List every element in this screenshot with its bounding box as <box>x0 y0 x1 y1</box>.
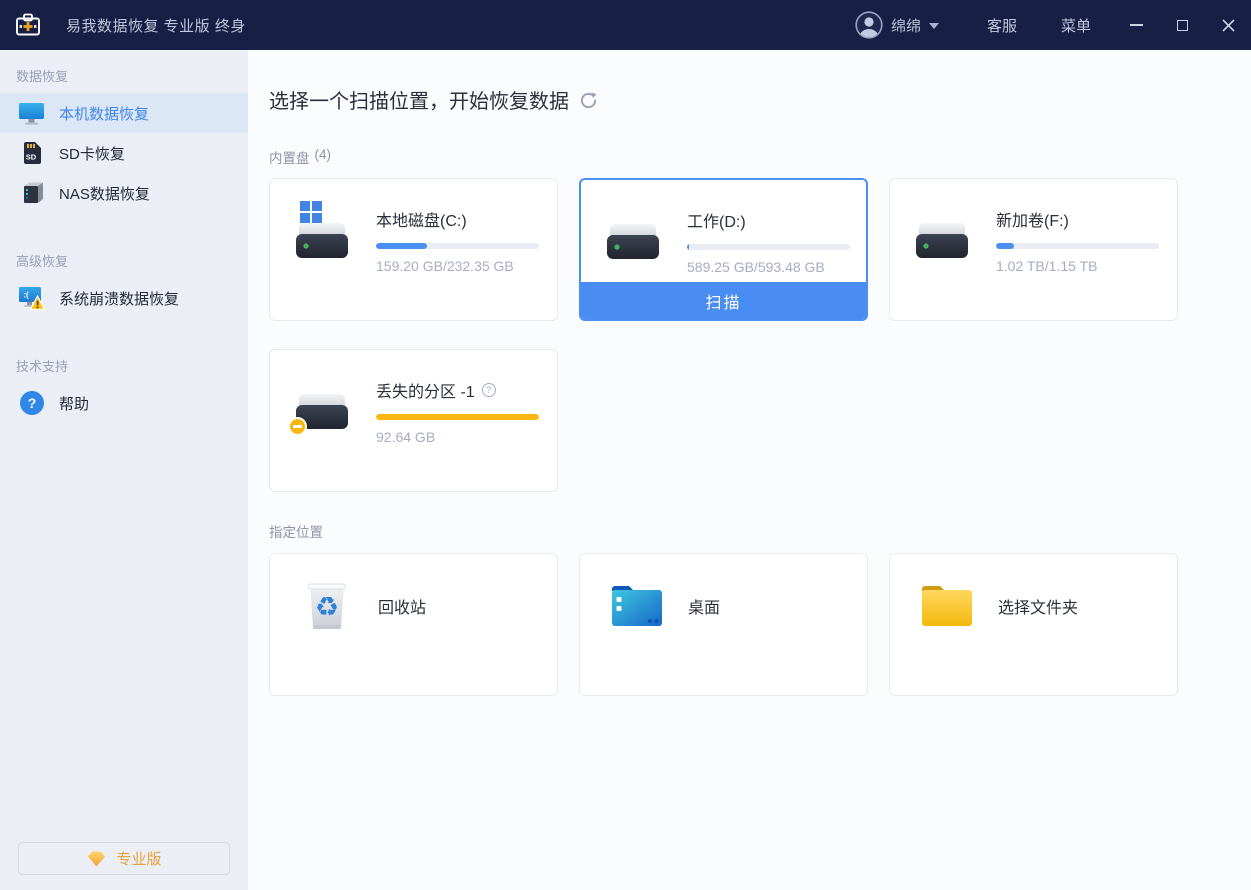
chevron-down-icon <box>929 23 939 29</box>
capacity-bar-fill <box>376 414 539 420</box>
titlebar: 易我数据恢复 专业版 终身 绵绵 客服 菜单 <box>0 0 1251 50</box>
sidebar-item-local-recovery[interactable]: 本机数据恢复 <box>0 93 248 133</box>
sidebar: 数据恢复 本机数据恢复 SD <box>0 50 248 890</box>
drive-card-d-selected[interactable]: 工作(D:) 589.25 GB/593.48 GB 扫描 <box>579 178 868 321</box>
location-label: 回收站 <box>378 594 426 618</box>
location-label: 选择文件夹 <box>998 594 1078 618</box>
drive-capacity: 589.25 GB/593.48 GB <box>687 259 850 275</box>
refresh-button[interactable] <box>579 91 598 110</box>
sidebar-item-label: 本机数据恢复 <box>59 103 149 124</box>
page-title: 选择一个扫描位置，开始恢复数据 <box>269 85 569 114</box>
recycle-bin-icon: ♻ <box>300 577 354 635</box>
hard-drive-icon <box>605 222 661 262</box>
capacity-bar <box>996 243 1159 249</box>
locations-label: 指定位置 <box>269 521 323 541</box>
edition-upgrade-button[interactable]: 专业版 <box>18 842 230 875</box>
drive-capacity: 1.02 TB/1.15 TB <box>996 258 1159 274</box>
maximize-button[interactable] <box>1159 0 1205 50</box>
drive-capacity: 92.64 GB <box>376 429 539 445</box>
location-card-recycle-bin[interactable]: ♻ 回收站 <box>269 553 558 696</box>
drive-name: 丢失的分区 -1 <box>376 378 475 402</box>
location-card-desktop[interactable]: 桌面 <box>579 553 868 696</box>
sidebar-item-crashed-system-recovery[interactable]: :( 系统崩溃数据恢复 <box>0 278 248 318</box>
sd-card-icon: SD <box>18 140 45 167</box>
scan-button[interactable]: 扫描 <box>581 282 866 319</box>
help-icon: ? <box>18 390 45 417</box>
drive-name: 新加卷(F:) <box>996 207 1159 231</box>
location-label: 桌面 <box>688 594 720 618</box>
app-title: 易我数据恢复 专业版 终身 <box>66 15 246 36</box>
desktop-folder-icon <box>610 577 664 635</box>
sidebar-item-help[interactable]: ? 帮助 <box>0 383 248 423</box>
sidebar-item-label: 帮助 <box>59 393 89 414</box>
question-circle-icon[interactable]: ? <box>482 383 496 397</box>
capacity-bar <box>376 414 539 420</box>
sidebar-section-support: 技术支持 <box>0 340 248 383</box>
drive-card-f[interactable]: 新加卷(F:) 1.02 TB/1.15 TB <box>889 178 1178 321</box>
drive-card-lost-partition[interactable]: 丢失的分区 -1 ? 92.64 GB <box>269 349 558 492</box>
sidebar-item-sd-recovery[interactable]: SD SD卡恢复 <box>0 133 248 173</box>
location-card-choose-folder[interactable]: 选择文件夹 <box>889 553 1178 696</box>
svg-text:SD: SD <box>25 153 36 162</box>
user-avatar-icon <box>855 11 883 39</box>
drive-name: 工作(D:) <box>687 208 850 232</box>
capacity-bar-fill <box>687 244 689 250</box>
drive-card-c[interactable]: 本地磁盘(C:) 159.20 GB/232.35 GB <box>269 178 558 321</box>
diamond-icon <box>86 850 107 868</box>
svg-text::(: :( <box>23 291 29 300</box>
capacity-bar-fill <box>996 243 1014 249</box>
capacity-bar <box>687 244 850 250</box>
lost-partition-badge-icon <box>288 417 307 436</box>
edition-label: 专业版 <box>116 848 161 869</box>
svg-text:?: ? <box>27 395 36 411</box>
drive-name: 本地磁盘(C:) <box>376 207 539 231</box>
customer-service-button[interactable]: 客服 <box>965 15 1039 36</box>
nas-server-icon <box>18 180 45 207</box>
app-toolbox-icon <box>14 12 42 38</box>
menu-button[interactable]: 菜单 <box>1039 15 1113 36</box>
maximize-icon <box>1177 20 1188 31</box>
hard-drive-icon <box>914 221 970 261</box>
sidebar-item-label: NAS数据恢复 <box>59 183 150 204</box>
crashed-system-icon: :( <box>18 285 45 312</box>
yellow-folder-icon <box>920 577 974 635</box>
close-button[interactable] <box>1205 0 1251 50</box>
user-name: 绵绵 <box>891 15 921 36</box>
svg-text:♻: ♻ <box>315 592 339 623</box>
capacity-bar <box>376 243 539 249</box>
sidebar-item-label: 系统崩溃数据恢复 <box>59 288 179 309</box>
main-content: 选择一个扫描位置，开始恢复数据 内置盘 (4) <box>248 50 1251 890</box>
sidebar-section-advanced: 高级恢复 <box>0 235 248 278</box>
user-menu[interactable]: 绵绵 <box>855 11 965 39</box>
monitor-icon <box>18 100 45 127</box>
sidebar-item-nas-recovery[interactable]: NAS数据恢复 <box>0 173 248 213</box>
windows-logo-icon <box>300 201 322 223</box>
hard-drive-icon <box>294 221 350 261</box>
close-icon <box>1222 19 1235 32</box>
refresh-icon <box>579 91 598 110</box>
sidebar-item-label: SD卡恢复 <box>59 143 125 164</box>
minimize-button[interactable] <box>1113 0 1159 50</box>
internal-disks-label: 内置盘 <box>269 147 310 167</box>
internal-disks-count: (4) <box>315 147 332 167</box>
sidebar-section-data-recovery: 数据恢复 <box>0 50 248 93</box>
capacity-bar-fill <box>376 243 427 249</box>
minimize-icon <box>1130 24 1143 26</box>
drive-capacity: 159.20 GB/232.35 GB <box>376 258 539 274</box>
